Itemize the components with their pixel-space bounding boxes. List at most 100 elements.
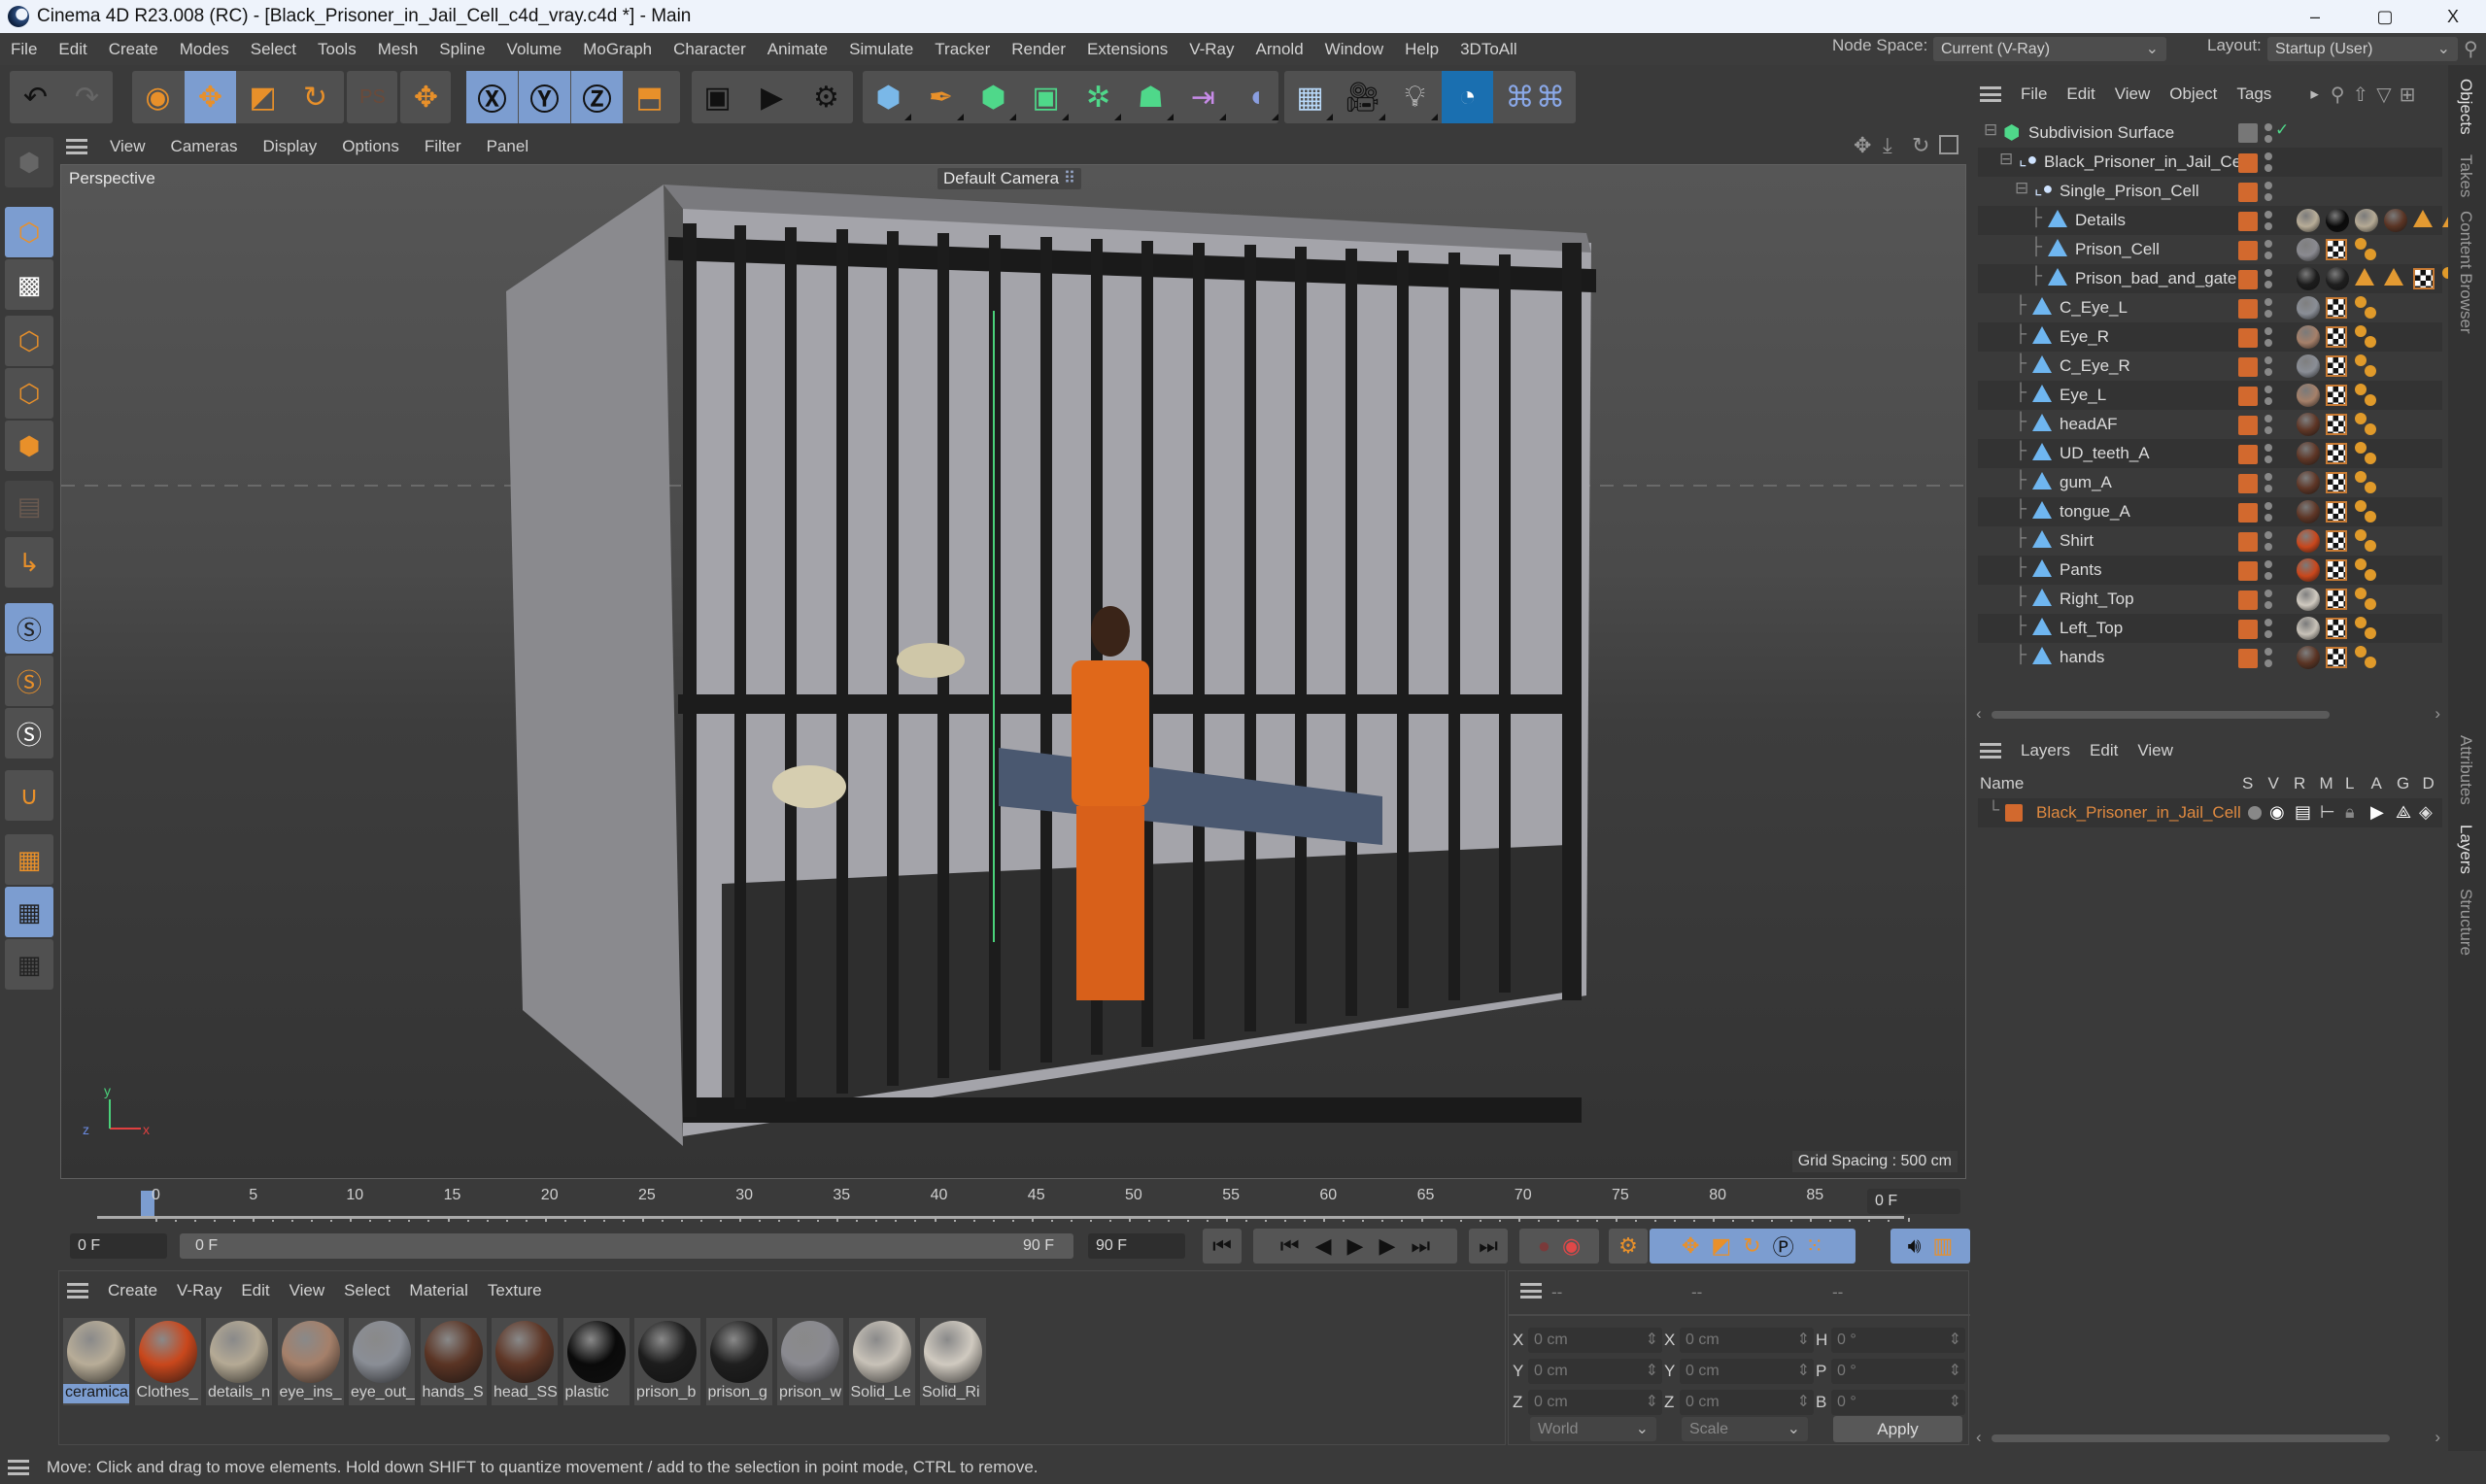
menu-tools[interactable]: Tools xyxy=(307,40,367,59)
material-swatch[interactable]: hands_S xyxy=(420,1318,487,1405)
material-tag-icon[interactable] xyxy=(2297,588,2320,611)
material-tag-icon[interactable] xyxy=(2297,617,2320,640)
texture-mode-button[interactable]: ▩ xyxy=(5,259,53,310)
menu-edit[interactable]: Edit xyxy=(48,40,97,59)
visibility-dots-icon[interactable] xyxy=(2265,383,2272,408)
coord-field[interactable]: 0 cm ⇕ xyxy=(1680,1328,1814,1353)
keyframe-settings-button[interactable]: ⚙ xyxy=(1609,1229,1648,1264)
layer-color-icon[interactable] xyxy=(2238,474,2258,493)
object-row[interactable]: ├ Pants xyxy=(1978,556,2442,585)
visibility-dots-icon[interactable] xyxy=(2265,645,2272,670)
material-swatch[interactable]: ceramica xyxy=(63,1318,129,1405)
layer-color-icon[interactable] xyxy=(2238,387,2258,406)
object-hscrollbar[interactable]: ‹ › xyxy=(1976,704,2442,723)
visibility-dots-icon[interactable] xyxy=(2265,499,2272,524)
viewport-menu-filter[interactable]: Filter xyxy=(412,137,474,156)
go-to-end-button[interactable]: ⏭ xyxy=(1469,1229,1508,1264)
search-icon[interactable]: ⚲ xyxy=(2331,83,2345,107)
material-tag-icon[interactable] xyxy=(2297,325,2320,349)
selection-tag-icon[interactable] xyxy=(2384,268,2403,286)
uvw-checker-tag-icon[interactable] xyxy=(2326,472,2347,493)
align-workplane-button[interactable]: ▦ xyxy=(5,939,53,990)
uvw-checker-tag-icon[interactable] xyxy=(2326,589,2347,610)
vray-button[interactable]: ◔ xyxy=(1442,71,1493,123)
material-menu-edit[interactable]: Edit xyxy=(231,1281,279,1300)
phong-tag-icon[interactable] xyxy=(2355,325,2378,349)
edges-mode-button[interactable]: ⬡ xyxy=(5,368,53,419)
coord-field[interactable]: 0 cm ⇕ xyxy=(1528,1359,1662,1384)
menu-spline[interactable]: Spline xyxy=(428,40,495,59)
layer-hscrollbar[interactable]: ‹ › xyxy=(1976,1428,2442,1446)
layer-column-header[interactable]: L xyxy=(2345,774,2354,793)
timeline-icon[interactable]: ▥ xyxy=(1933,1233,1954,1259)
stepper-icon[interactable]: ⇕ xyxy=(1949,1390,1961,1415)
home-icon[interactable]: ⇧ xyxy=(2353,83,2369,107)
material-menu-create[interactable]: Create xyxy=(98,1281,167,1300)
layer-color-icon[interactable] xyxy=(2238,416,2258,435)
coord-field[interactable]: 0 ° ⇕ xyxy=(1831,1390,1965,1415)
layer-color-icon[interactable] xyxy=(2238,153,2258,173)
material-menu-texture[interactable]: Texture xyxy=(478,1281,552,1300)
uvw-checker-tag-icon[interactable] xyxy=(2326,530,2347,552)
coord-transform-dropdown[interactable]: Scale ⌄ xyxy=(1682,1417,1808,1441)
visibility-dots-icon[interactable] xyxy=(2265,557,2272,583)
uvw-checker-tag-icon[interactable] xyxy=(2326,443,2347,464)
material-menu-view[interactable]: View xyxy=(280,1281,335,1300)
layer-color-icon[interactable] xyxy=(2238,561,2258,581)
scroll-left-icon[interactable]: ‹ xyxy=(1976,704,1982,724)
visibility-dots-icon[interactable] xyxy=(2265,237,2272,262)
uvw-checker-tag-icon[interactable] xyxy=(2326,501,2347,523)
scroll-left-icon[interactable]: ‹ xyxy=(1976,1428,1982,1447)
object-row[interactable]: ├ Right_Top xyxy=(1978,585,2442,614)
phong-tag-icon[interactable] xyxy=(2355,558,2378,582)
menu-render[interactable]: Render xyxy=(1001,40,1076,59)
uvw-checker-tag-icon[interactable] xyxy=(2326,559,2347,581)
stepper-icon[interactable]: ⇕ xyxy=(1646,1328,1658,1353)
scroll-right-icon[interactable]: › xyxy=(2435,1428,2440,1447)
object-row[interactable]: ├ hands xyxy=(1978,643,2442,672)
menu-mograph[interactable]: MoGraph xyxy=(572,40,663,59)
visibility-dots-icon[interactable] xyxy=(2265,295,2272,320)
menu-3dtoall[interactable]: 3DToAll xyxy=(1449,40,1528,59)
coord-mode-dropdown[interactable]: World ⌄ xyxy=(1530,1417,1656,1441)
floor-button[interactable]: ▦ xyxy=(1284,71,1336,123)
phong-tag-icon[interactable] xyxy=(2355,413,2378,436)
phong-tag-icon[interactable] xyxy=(2355,471,2378,494)
tab-objects[interactable]: Objects xyxy=(2456,79,2475,135)
collapse-icon[interactable]: ⊟ xyxy=(1984,120,1997,140)
visibility-dots-icon[interactable] xyxy=(2265,266,2272,291)
collapse-icon[interactable]: ⊟ xyxy=(2015,179,2028,198)
layer-color-icon[interactable] xyxy=(2238,620,2258,639)
material-menu-vray[interactable]: V-Ray xyxy=(167,1281,231,1300)
extrude-button[interactable]: ▣ xyxy=(1020,71,1072,123)
material-swatch[interactable]: eye_out_ xyxy=(349,1318,415,1405)
animation-icon[interactable]: ▶ xyxy=(2370,802,2384,823)
collapse-icon[interactable]: ⊟ xyxy=(1999,150,2013,169)
object-row[interactable]: ├ Prison_Cell xyxy=(1978,235,2442,264)
visibility-dots-icon[interactable] xyxy=(2265,208,2272,233)
material-tag-icon[interactable] xyxy=(2297,267,2320,290)
key-rotation-icon[interactable]: ↻ xyxy=(1743,1233,1760,1259)
end-frame-field[interactable]: 90 F xyxy=(1088,1233,1185,1259)
material-swatch[interactable]: prison_b xyxy=(634,1318,700,1405)
layer-column-header[interactable]: V xyxy=(2268,774,2279,793)
material-tag-icon[interactable] xyxy=(2297,500,2320,523)
lock-workplane-button[interactable]: ▦ xyxy=(5,887,53,937)
snap-button[interactable]: Ⓢ xyxy=(5,603,53,654)
viewport-menu-cameras[interactable]: Cameras xyxy=(158,137,251,156)
object-row[interactable]: ⊟ ⌞● Single_Prison_Cell xyxy=(1978,177,2442,206)
uvw-checker-tag-icon[interactable] xyxy=(2413,268,2435,289)
object-menu-tags[interactable]: Tags xyxy=(2227,84,2281,104)
material-tag-icon[interactable] xyxy=(2297,442,2320,465)
render-view-button[interactable]: ▣ xyxy=(692,71,743,123)
uvw-checker-tag-icon[interactable] xyxy=(2326,326,2347,348)
close-button[interactable]: X xyxy=(2419,0,2486,33)
tab-attributes[interactable]: Attributes xyxy=(2456,735,2475,805)
material-menu-select[interactable]: Select xyxy=(334,1281,399,1300)
render-icon[interactable]: ▤ xyxy=(2295,802,2311,823)
model-mode-button[interactable]: ⬡ xyxy=(5,207,53,257)
material-tag-icon[interactable] xyxy=(2297,238,2320,261)
minimize-button[interactable]: – xyxy=(2281,0,2349,33)
camera-button[interactable]: 🎥︎ xyxy=(1337,71,1388,123)
z-axis-button[interactable]: Ⓩ xyxy=(571,71,623,123)
